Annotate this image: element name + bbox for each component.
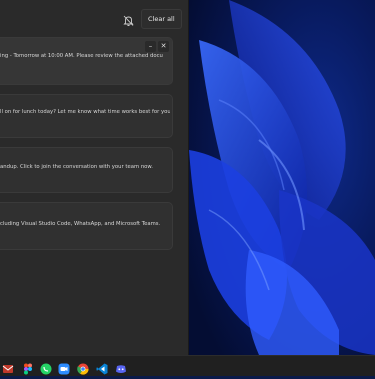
close-icon[interactable]: ✕ bbox=[158, 41, 169, 52]
notification-text: andup. Click to join the conversation wi… bbox=[0, 164, 153, 170]
notification-card[interactable]: andup. Click to join the conversation wi… bbox=[0, 147, 173, 193]
notification-center: Clear all – ✕ ing - Tomorrow at 10:00 AM… bbox=[0, 0, 189, 355]
zoom-icon[interactable] bbox=[58, 360, 70, 375]
notification-text: ing - Tomorrow at 10:00 AM. Please revie… bbox=[0, 53, 163, 59]
notification-card[interactable]: ll on for lunch today? Let me know what … bbox=[0, 94, 173, 138]
chrome-icon[interactable] bbox=[77, 360, 89, 375]
notification-text: ll on for lunch today? Let me know what … bbox=[0, 109, 170, 115]
taskbar bbox=[0, 355, 375, 376]
whatsapp-icon[interactable] bbox=[40, 360, 52, 375]
notification-card[interactable]: – ✕ ing - Tomorrow at 10:00 AM. Please r… bbox=[0, 37, 173, 85]
notification-text: cluding Visual Studio Code, WhatsApp, an… bbox=[0, 221, 161, 227]
discord-icon[interactable] bbox=[115, 360, 127, 373]
notification-card[interactable]: cluding Visual Studio Code, WhatsApp, an… bbox=[0, 202, 173, 250]
desktop-wallpaper bbox=[189, 0, 375, 355]
minimize-icon[interactable]: – bbox=[145, 41, 156, 52]
notification-header: Clear all bbox=[0, 0, 188, 36]
clear-all-button[interactable]: Clear all bbox=[141, 9, 182, 29]
mail-icon[interactable] bbox=[2, 360, 14, 373]
figma-icon[interactable] bbox=[22, 360, 34, 375]
bell-off-icon[interactable] bbox=[122, 12, 135, 26]
vscode-icon[interactable] bbox=[96, 360, 108, 375]
